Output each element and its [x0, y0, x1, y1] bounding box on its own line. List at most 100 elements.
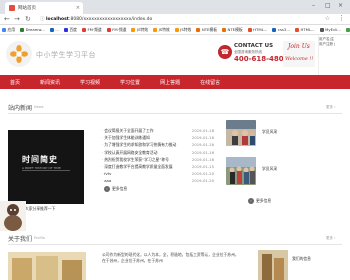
about-image-art	[8, 252, 86, 280]
student-photo-2-art	[226, 157, 256, 185]
bookmark-item[interactable]: 百度	[63, 26, 77, 33]
news-list-item[interactable]: ·fvfv 2019-01-20	[102, 171, 214, 178]
browser-tabbar: 网站首页 × – □ ×	[0, 0, 350, 14]
news-item-title: 热烈祝贺我校学生荣获“学习之星”称号	[104, 156, 169, 162]
news-list-item[interactable]: ·会议简报关于全面开展了工作 2019-01-18	[102, 128, 214, 135]
news-item-date: 2019-01-20	[191, 178, 214, 184]
news-item-left: ·aaa	[102, 178, 111, 185]
book-cover-image[interactable]: 时间简史 A BRIEF HISTORY OF TIME	[8, 130, 84, 204]
register-link[interactable]: 用户注册 |	[319, 42, 335, 47]
news-divider	[8, 113, 342, 114]
bookmark-favicon-icon	[319, 27, 324, 32]
browser-menu-icon[interactable]: ⋮	[338, 14, 345, 22]
nav-item[interactable]: 首页	[8, 79, 22, 86]
nav-item[interactable]: 在线留言	[198, 79, 222, 86]
news-list-item[interactable]: ·深度打造教学平台提高教学质量全面发展 2019-01-15	[102, 164, 214, 171]
reload-icon[interactable]: ↻	[25, 15, 31, 23]
news-item-date: 2019-01-16	[191, 149, 214, 155]
url-path: :8080/xxxxxxxxxxxxxxxxxx/index.do	[68, 17, 153, 22]
bookmark-item[interactable]: HTML...	[247, 27, 267, 32]
bookmark-item[interactable]: JS特效	[131, 27, 148, 33]
student-photo-1[interactable]	[226, 120, 256, 146]
news-item-date: 2019-01-20	[191, 171, 214, 177]
book-subtitle: A BRIEF HISTORY OF TIME	[22, 166, 61, 170]
news-item-left: ·关于加强学生体能训练通知	[102, 135, 150, 142]
photo-more-button[interactable]: › 更多信息	[248, 198, 271, 204]
news-more-link[interactable]: 更多 ›	[326, 105, 336, 110]
student-photo-1-art	[226, 120, 256, 146]
bookmark-label: ...	[55, 27, 59, 32]
news-item-left: ·为了增强学生的求知欲和学习热情有力推动	[102, 142, 176, 149]
news-item-date: 2019-01-16	[191, 156, 214, 162]
bookmark-label: HTML...	[300, 27, 315, 32]
bookmark-label: 百度	[69, 26, 77, 32]
about-image[interactable]	[8, 252, 86, 280]
bookmark-item[interactable]: Qui...	[345, 27, 350, 32]
bookmark-favicon-icon	[20, 27, 25, 32]
nav-item[interactable]: 学习位置	[118, 79, 142, 86]
browser-tab[interactable]: 网站首页 ×	[5, 2, 83, 14]
bookmark-label: NTE模板	[201, 26, 218, 32]
main-nav: 首页 新闻资讯 学习视频 学习位置 网上答题 在线留言	[0, 75, 350, 89]
photo-1-caption[interactable]: 学员风采	[262, 129, 277, 135]
news-list-item[interactable]: ·为了增强学生的求知欲和学习热情有力推动 2019-01-16	[102, 142, 214, 149]
news-list-item[interactable]: ·学校认真开展网络安全教育活动 2019-01-16	[102, 150, 214, 157]
site-name: 中小学生学习平台	[36, 51, 96, 59]
arrow-right-icon: ›	[248, 198, 254, 204]
student-photo-2[interactable]	[226, 157, 256, 185]
about-side-image[interactable]	[258, 250, 288, 280]
bookmark-star-icon[interactable]: ☆	[325, 15, 330, 22]
bookmark-label: JS特效	[158, 26, 170, 32]
bookmark-item[interactable]: ...	[49, 27, 59, 32]
bookmark-label: 应用	[7, 26, 16, 32]
bookmark-favicon-icon	[106, 27, 111, 32]
news-more-button[interactable]: › 更多信息	[104, 186, 127, 192]
bookmark-item[interactable]: css3...	[272, 27, 290, 32]
bookmark-item[interactable]: HTML...	[294, 27, 315, 32]
bookmark-label: JS特效	[136, 26, 149, 32]
nav-item[interactable]: 新闻资讯	[38, 79, 62, 86]
maximize-icon[interactable]: □	[325, 2, 331, 9]
book-rule	[22, 170, 70, 171]
photo-2-caption[interactable]: 学员风采	[262, 166, 277, 172]
url-field[interactable]: ⓘ localhost:8080/xxxxxxxxxxxxxxxxxx/inde…	[40, 16, 152, 22]
news-list-item[interactable]: ·关于加强学生体能训练通知 2019-01-16	[102, 135, 214, 142]
news-item-title: 关于加强学生体能训练通知	[104, 135, 150, 141]
bookmark-item[interactable]: Dreamw...	[20, 27, 45, 32]
news-item-title: 会议简报关于全面开展了工作	[104, 128, 154, 133]
bookmark-item[interactable]: JS特效	[153, 27, 170, 33]
close-tab-icon[interactable]: ×	[76, 5, 80, 11]
bookmark-item[interactable]: JS特效	[174, 27, 191, 33]
nav-item[interactable]: 网上答题	[158, 79, 182, 86]
phone-icon: ☎	[218, 45, 232, 59]
bookmark-item[interactable]: 应用	[2, 27, 15, 33]
news-section-subtitle: News	[34, 105, 44, 109]
about-more-link[interactable]: 更多 ›	[326, 236, 336, 241]
close-window-icon[interactable]: ×	[338, 2, 343, 9]
bookmark-favicon-icon	[81, 27, 86, 32]
minimize-icon[interactable]: –	[312, 2, 315, 9]
news-list-item[interactable]: ·热烈祝贺我校学生荣获“学习之星”称号 2019-01-16	[102, 157, 214, 164]
bookmark-item[interactable]: MyEcli...	[319, 27, 341, 32]
welcome-text: Welcome !!	[285, 56, 314, 62]
news-item-left: ·会议简报关于全面开展了工作	[102, 128, 154, 135]
news-list-item[interactable]: ·aaa 2019-01-20	[102, 178, 214, 185]
nav-item[interactable]: 学习视频	[78, 79, 102, 86]
about-section-subtitle: Profile	[34, 236, 45, 240]
back-icon[interactable]: ←	[4, 15, 10, 23]
bookmark-label: NTE模板	[227, 26, 243, 32]
bookmark-favicon-icon	[294, 27, 299, 32]
about-text: 公司作为新型的现代化，以人为本，全，积极地，包括工资等认，企业位于苏州，在于苏州…	[102, 252, 239, 263]
bookmark-favicon-icon	[196, 27, 201, 32]
forward-icon[interactable]: →	[14, 15, 20, 23]
bookmark-item[interactable]: NTE模板	[196, 27, 217, 33]
about-side-caption[interactable]: 我们的信息	[292, 256, 311, 262]
bookmark-label: FM·频道	[112, 26, 127, 32]
news-item-title: aaa	[104, 178, 112, 184]
join-us-text: Join Us	[288, 43, 310, 50]
bookmark-item[interactable]: FM·频道	[81, 27, 102, 33]
bookmark-favicon-icon	[345, 27, 350, 32]
tab-favicon-icon	[9, 5, 15, 11]
bookmark-item[interactable]: NTE模板	[222, 27, 243, 33]
bookmark-item[interactable]: FM·频道	[106, 26, 127, 33]
